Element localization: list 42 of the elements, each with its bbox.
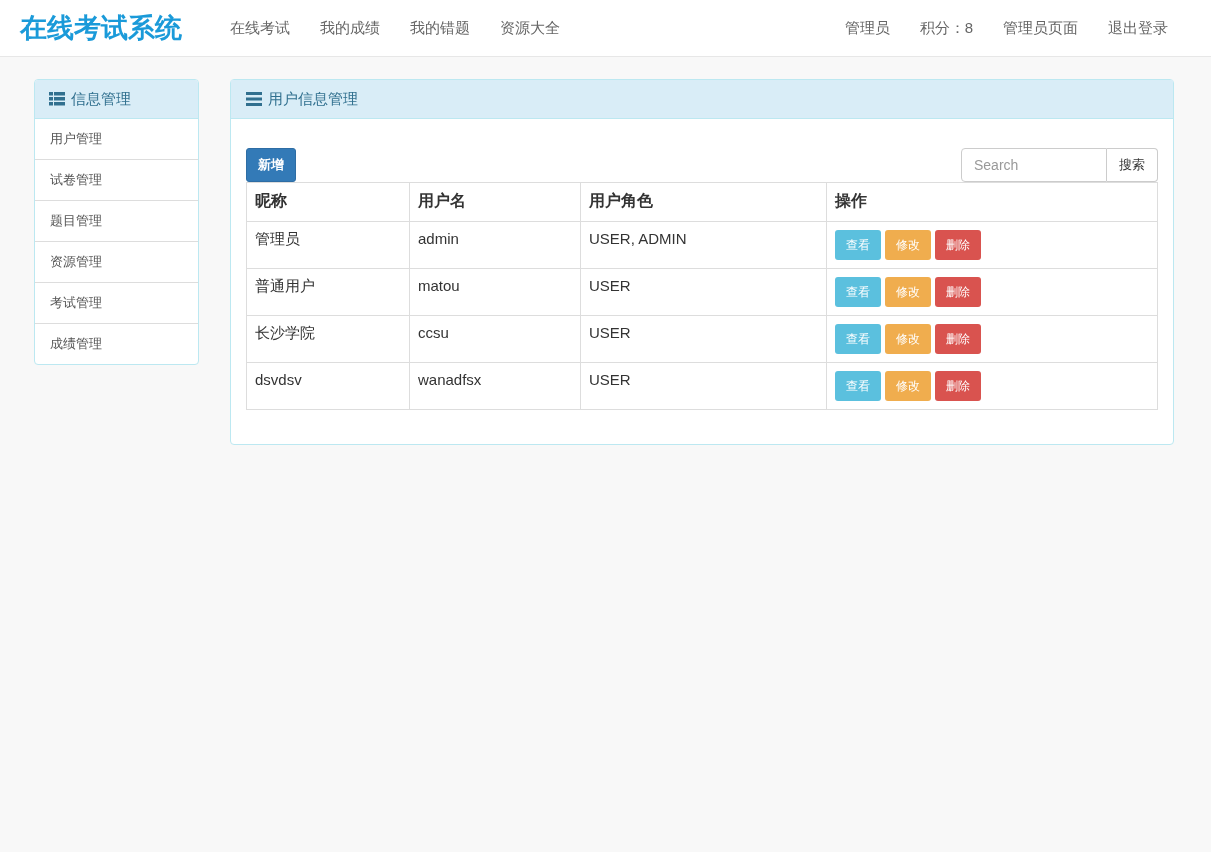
table-cell: wanadfsx [409, 362, 581, 410]
nav-link[interactable]: 资源大全 [500, 18, 560, 38]
table-cell: ccsu [409, 315, 581, 363]
table-cell: 管理员 [246, 221, 410, 269]
table-cell: USER, ADMIN [580, 221, 827, 269]
column-header: 操作 [826, 182, 1158, 222]
sidebar-item[interactable]: 试卷管理 [35, 159, 198, 200]
sidebar-item[interactable]: 考试管理 [35, 282, 198, 323]
sidebar-item[interactable]: 资源管理 [35, 241, 198, 282]
column-header: 昵称 [246, 182, 410, 222]
nav-link[interactable]: 退出登录 [1108, 18, 1168, 38]
nav-link[interactable]: 积分：8 [919, 18, 973, 38]
nav-link[interactable]: 我的成绩 [320, 18, 380, 38]
sidebar-item[interactable]: 题目管理 [35, 200, 198, 241]
table-cell: admin [409, 221, 581, 269]
nav-link[interactable]: 在线考试 [230, 18, 290, 38]
table-cell: USER [580, 268, 827, 316]
delete-button[interactable]: 删除 [935, 230, 981, 260]
nav-link[interactable]: 管理员 [844, 18, 890, 38]
site-title: 在线考试系统 [20, 12, 182, 45]
table-cell: dsvdsv [246, 362, 410, 410]
nav-link[interactable]: 我的错题 [410, 18, 470, 38]
sidebar-item[interactable]: 用户管理 [35, 119, 198, 159]
table-cell: matou [409, 268, 581, 316]
delete-button[interactable]: 删除 [935, 371, 981, 401]
list-icon [49, 92, 65, 106]
search-field[interactable]: Search [961, 148, 1107, 182]
table-cell: USER [580, 315, 827, 363]
nav-link[interactable]: 管理员页面 [1003, 18, 1078, 38]
menu-icon [246, 92, 262, 106]
column-header: 用户角色 [580, 182, 827, 222]
delete-button[interactable]: 删除 [935, 277, 981, 307]
panel-title: 用户信息管理 [268, 89, 358, 109]
panel-title: 信息管理 [71, 89, 131, 109]
delete-button[interactable]: 删除 [935, 324, 981, 354]
table-cell: 长沙学院 [246, 315, 410, 363]
search-button[interactable]: 搜索 [1107, 148, 1158, 182]
column-header: 用户名 [409, 182, 581, 222]
add-button[interactable]: 新增 [246, 148, 296, 182]
table-cell: 普通用户 [246, 268, 410, 316]
table-cell: USER [580, 362, 827, 410]
sidebar-item[interactable]: 成绩管理 [35, 323, 198, 364]
